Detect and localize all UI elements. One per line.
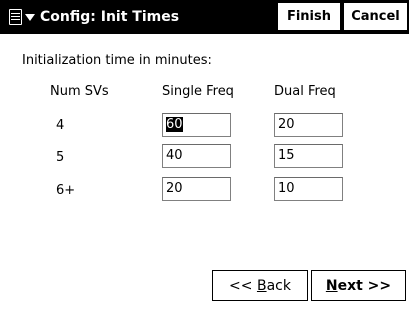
next-button-label: ext >>: [337, 278, 392, 294]
row-label-num-svs: 4: [56, 118, 65, 133]
next-button-mnemonic: N: [325, 278, 338, 294]
back-button-mnemonic: B: [256, 278, 267, 294]
back-button-prefix: <<: [229, 278, 257, 294]
window-title: Config: Init Times: [40, 9, 180, 25]
selected-value: 60: [166, 117, 183, 132]
column-header-dual-freq: Dual Freq: [274, 84, 336, 99]
single-freq-field-6plus[interactable]: 20: [162, 177, 231, 201]
dual-freq-field-6plus[interactable]: 10: [274, 177, 343, 201]
row-label-num-svs: 5: [56, 150, 65, 165]
title-bar: Config: Init Times Finish Cancel: [0, 0, 409, 34]
section-label: Initialization time in minutes:: [22, 53, 212, 68]
dual-freq-field-4[interactable]: 20: [274, 113, 343, 137]
dual-freq-field-5[interactable]: 15: [274, 144, 343, 168]
back-button[interactable]: << Back: [212, 270, 308, 301]
cancel-button[interactable]: Cancel: [344, 3, 407, 30]
finish-button[interactable]: Finish: [278, 3, 340, 30]
back-button-label: ack: [266, 278, 291, 294]
column-header-single-freq: Single Freq: [162, 84, 234, 99]
next-button[interactable]: Next >>: [311, 270, 406, 301]
row-label-num-svs: 6+: [56, 183, 76, 198]
start-menu-icon: [9, 9, 22, 25]
dropdown-caret-icon: [25, 13, 35, 21]
column-header-num-svs: Num SVs: [50, 84, 109, 99]
single-freq-field-5[interactable]: 40: [162, 144, 231, 168]
start-menu-button[interactable]: [4, 4, 38, 30]
single-freq-field-4[interactable]: 60: [162, 113, 231, 137]
